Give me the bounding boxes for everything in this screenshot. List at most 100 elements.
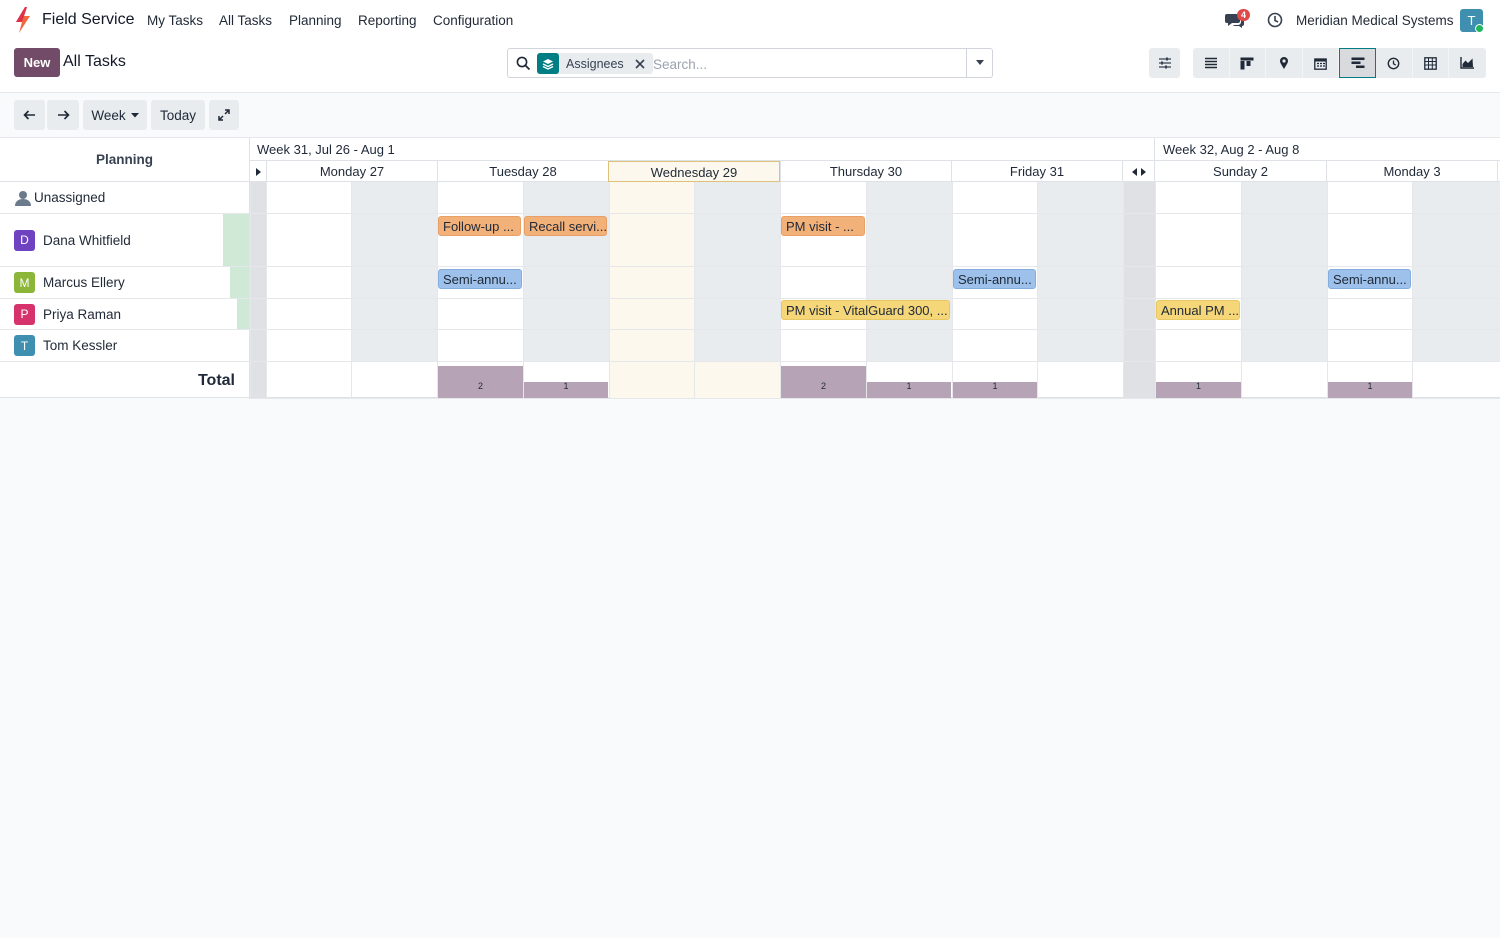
grid-cell[interactable]	[266, 214, 351, 267]
grid-cell[interactable]	[694, 299, 780, 330]
clock-icon[interactable]	[1267, 12, 1283, 28]
previous-period-button[interactable]	[14, 100, 45, 130]
grid-cell[interactable]	[266, 182, 351, 214]
field-service-logo-icon[interactable]	[13, 7, 33, 33]
menu-all-tasks[interactable]: All Tasks	[219, 13, 272, 28]
grid-cell[interactable]	[866, 182, 952, 214]
grid-cell[interactable]	[437, 299, 523, 330]
grid-cell[interactable]	[351, 267, 437, 299]
grid-cell[interactable]	[609, 267, 694, 299]
grid-cell[interactable]	[250, 182, 266, 214]
grid-cell[interactable]	[351, 330, 437, 362]
expand-columns-toggle[interactable]	[250, 161, 266, 182]
grid-cell[interactable]	[1037, 330, 1123, 362]
grid-cell[interactable]	[437, 182, 523, 214]
grid-cell[interactable]	[523, 330, 609, 362]
grid-cell[interactable]	[609, 330, 694, 362]
grid-cell[interactable]	[1412, 182, 1500, 214]
grid-cell[interactable]	[1155, 214, 1241, 267]
grid-cell[interactable]	[1327, 214, 1412, 267]
grid-cell[interactable]	[1037, 182, 1123, 214]
menu-configuration[interactable]: Configuration	[433, 13, 513, 28]
grid-cell[interactable]	[1241, 330, 1327, 362]
task-pill[interactable]: Semi-annu...	[1328, 269, 1411, 289]
grid-cell[interactable]	[1123, 299, 1155, 330]
view-activity-button[interactable]	[1375, 48, 1413, 78]
row-unassigned[interactable]: Unassigned	[0, 182, 250, 214]
grid-cell[interactable]	[866, 330, 952, 362]
task-pill[interactable]: Semi-annu...	[438, 269, 522, 289]
grid-cell[interactable]	[1241, 299, 1327, 330]
grid-cell[interactable]	[1412, 299, 1500, 330]
view-map-button[interactable]	[1266, 48, 1303, 78]
grid-cell[interactable]	[780, 330, 866, 362]
task-pill[interactable]: Recall servi...	[524, 216, 607, 236]
grid-cell[interactable]	[1412, 267, 1500, 299]
grid-cell[interactable]	[1241, 267, 1327, 299]
close-icon[interactable]	[633, 57, 647, 71]
scale-dropdown[interactable]: Week	[83, 100, 147, 130]
grid-cell[interactable]	[250, 214, 266, 267]
grid-cell[interactable]	[523, 182, 609, 214]
grid-cell[interactable]	[437, 330, 523, 362]
grid-cell[interactable]	[351, 299, 437, 330]
grid-cell[interactable]	[266, 267, 351, 299]
grid-cell[interactable]	[1155, 182, 1241, 214]
grid-cell[interactable]	[694, 330, 780, 362]
grid-cell[interactable]	[609, 182, 694, 214]
menu-reporting[interactable]: Reporting	[358, 13, 417, 28]
row-dana-whitfield[interactable]: D Dana Whitfield	[0, 214, 250, 267]
grid-cell[interactable]	[250, 299, 266, 330]
grid-cell[interactable]	[1327, 299, 1412, 330]
grid-cell[interactable]	[266, 299, 351, 330]
search-input[interactable]	[653, 55, 963, 73]
grid-cell[interactable]	[866, 267, 952, 299]
today-button[interactable]: Today	[151, 100, 205, 130]
grid-cell[interactable]	[866, 214, 952, 267]
grid-cell[interactable]	[266, 330, 351, 362]
filter-settings-button[interactable]	[1149, 48, 1180, 78]
grid-cell[interactable]	[1037, 299, 1123, 330]
menu-my-tasks[interactable]: My Tasks	[147, 13, 203, 28]
view-list-button[interactable]	[1193, 48, 1230, 78]
view-gantt-button[interactable]	[1339, 48, 1376, 78]
grid-cell[interactable]	[1123, 214, 1155, 267]
grid-cell[interactable]	[523, 299, 609, 330]
grid-cell[interactable]	[1241, 214, 1327, 267]
collapsed-columns-toggle[interactable]	[1122, 161, 1154, 182]
grid-cell[interactable]	[1412, 214, 1500, 267]
task-pill[interactable]: Follow-up ...	[438, 216, 521, 236]
next-period-button[interactable]	[47, 100, 79, 130]
view-calendar-button[interactable]	[1302, 48, 1340, 78]
grid-cell[interactable]	[952, 299, 1037, 330]
grid-cell[interactable]	[780, 182, 866, 214]
view-pivot-button[interactable]	[1412, 48, 1450, 78]
task-pill[interactable]: Semi-annu...	[953, 269, 1036, 289]
grid-cell[interactable]	[523, 267, 609, 299]
grid-cell[interactable]	[1123, 330, 1155, 362]
grid-cell[interactable]	[952, 182, 1037, 214]
new-button[interactable]: New	[14, 48, 60, 77]
grid-cell[interactable]	[1412, 330, 1500, 362]
grid-cell[interactable]	[780, 267, 866, 299]
app-name[interactable]: Field Service	[42, 11, 134, 29]
grid-cell[interactable]	[351, 182, 437, 214]
company-switcher[interactable]: Meridian Medical Systems	[1296, 13, 1454, 28]
grid-cell[interactable]	[1037, 214, 1123, 267]
task-pill[interactable]: PM visit - ...	[781, 216, 865, 236]
grid-cell[interactable]	[1037, 267, 1123, 299]
search-options-toggle[interactable]	[966, 49, 992, 77]
search-icon[interactable]	[516, 56, 531, 71]
grid-cell[interactable]	[694, 267, 780, 299]
grid-cell[interactable]	[694, 214, 780, 267]
grid-cell[interactable]	[250, 330, 266, 362]
grid-cell[interactable]	[609, 299, 694, 330]
grid-cell[interactable]	[250, 267, 266, 299]
grid-cell[interactable]	[1155, 267, 1241, 299]
grid-cell[interactable]	[1155, 330, 1241, 362]
grid-cell[interactable]	[1327, 330, 1412, 362]
task-pill[interactable]: Annual PM ...	[1156, 300, 1240, 320]
expand-button[interactable]	[209, 100, 239, 130]
grid-cell[interactable]	[952, 330, 1037, 362]
grid-cell[interactable]	[1123, 182, 1155, 214]
